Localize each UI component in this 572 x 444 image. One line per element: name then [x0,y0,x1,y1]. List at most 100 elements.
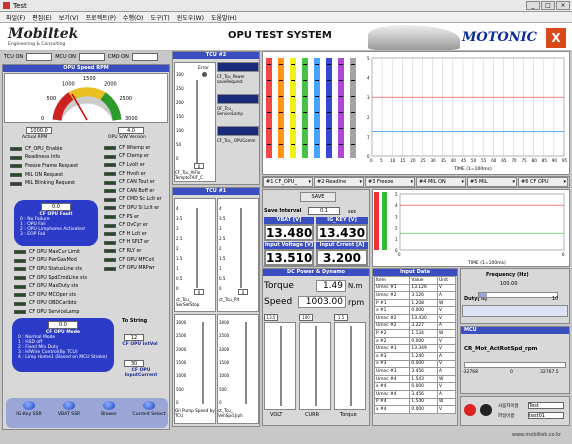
channel-tab[interactable]: #4 MIL ON ▾ [416,177,466,187]
chevron-down-icon[interactable]: ▾ [308,178,311,186]
sw-version-value: 4.0 [118,127,144,134]
dyn-slider-value[interactable]: 13.5 [264,314,278,321]
tcu1-slider-1-value[interactable]: 0 [194,289,204,295]
slider-tick: 3 [176,226,179,231]
mcu-slider[interactable] [464,362,566,368]
chevron-down-icon[interactable]: ▾ [359,178,362,186]
channel-tab[interactable]: #3 Freeze ▾ [365,177,415,187]
power-title: DC Power & Dynamo [263,269,369,276]
footer-toggle[interactable]: Blower [90,401,128,417]
top-chart-y-tick: 4 [367,76,370,81]
top-chart-x-tick: 35 [441,158,447,163]
table-cell: 13.126 [409,283,439,293]
frequency-slider[interactable] [462,305,568,317]
channel-tab[interactable]: #2 Readine ▾ [314,177,364,187]
led-row: CF OPU MaxDuty sts [14,282,104,291]
chevron-down-icon[interactable]: ▾ [461,178,464,186]
table-cell: Umnc #3 [373,367,411,376]
led-label: MIL Blinking Request [25,181,75,187]
window-close-button[interactable]: × [556,1,570,10]
tcu1-slider-3[interactable] [202,322,204,404]
menu-item[interactable]: 수행(O) [123,13,143,22]
table-cell: 3.126 [409,291,439,300]
tcu2-switch-1[interactable] [217,62,259,72]
dyn-slider[interactable] [350,326,352,406]
footer-toggle[interactable]: Current Select [130,401,168,417]
menu-item[interactable]: 프로젝트(P) [86,13,116,22]
slider-tick: 1500 [176,360,187,365]
table-cell: W [437,374,456,384]
tcu1-slider-1[interactable] [196,208,198,288]
channel-tab[interactable]: #1 CF_OPU_ ▾ [263,177,313,187]
tcu2-slider-value[interactable]: 0 [194,163,204,169]
company-logo: Mobiltek [8,26,79,42]
channel-tab[interactable]: #5 MIL ▾ [467,177,517,187]
footer-toggle[interactable]: VBAT SSR [50,401,88,417]
led-label: CF_OPU_Enable [25,146,63,152]
toggle-button-icon[interactable] [63,401,75,410]
mid-chart-x-tick: 0 [398,252,401,257]
menu-item[interactable]: 도구(T) [150,13,169,22]
table-cell: A [437,389,456,399]
toggle-button-icon[interactable] [23,401,35,410]
slider-tick: 0 [176,400,179,405]
led-row: CF Hvolt er [104,170,168,179]
tcu2-switch-2[interactable] [217,94,259,104]
menu-item[interactable]: 편집(E) [32,13,52,22]
mode-value: 0.0 [48,321,78,329]
user-name-label: 사용자이름 [498,404,519,409]
indicator-tick [291,96,295,97]
tcu1-slider-3-label: Oil Pump Speed by TCU [175,408,215,418]
menu-item[interactable]: 도움말(H) [211,13,237,22]
input-data-table: Item Value Unit Umnc #1 13.126 V Umnc #2 3.126 A… [373,276,456,414]
top-chart-x-tick: 15 [400,158,406,163]
led-row: CF PS er [104,213,168,222]
top-chart-x-tick: 95 [562,158,568,163]
status-led [14,276,26,281]
top-chart-x-tick: 60 [491,158,497,163]
toggle-button-icon[interactable] [143,401,155,410]
table-cell: 0.000 [409,306,439,315]
user-name-field[interactable]: Test [528,402,564,409]
save-button[interactable]: SAVE [300,192,336,202]
menu-item[interactable]: 윈도우(W) [177,13,204,22]
tcu1-slider-4[interactable] [245,322,247,404]
channel-tab[interactable]: #6 CF OPU ▾ [518,177,568,187]
table-cell: V [437,382,456,391]
tcu2-slider[interactable] [196,80,198,166]
status-led [104,172,116,177]
minimize-button[interactable]: _ [526,1,540,10]
tcu1-slider-2[interactable] [240,208,242,288]
dyn-slider[interactable] [315,326,317,406]
tcu1-slider-2-value[interactable]: 0 [238,289,248,295]
maximize-button[interactable]: □ [541,1,555,10]
table-header-row: Item Value Unit [373,276,456,285]
led-row: CF CAN Boff er [104,187,168,196]
file-name-field[interactable]: test01 [528,412,564,419]
indicator-tick [327,128,331,129]
chevron-down-icon[interactable]: ▾ [563,178,566,186]
toggle-label: Blower [101,412,117,417]
table-cell: Umnc #3 [373,344,411,353]
chevron-down-icon[interactable]: ▾ [410,178,413,186]
chevron-down-icon[interactable]: ▾ [512,178,515,186]
menu-item[interactable]: 파일(F) [6,13,25,22]
dyn-slider[interactable] [280,326,282,406]
dyn-slider-value[interactable]: 1.5 [334,314,348,321]
toggle-button-icon[interactable] [103,401,115,410]
slider-tick: 300 [176,72,184,77]
led-row: MIL ON Request [10,171,90,180]
duty-slider[interactable] [478,292,558,298]
menu-item[interactable]: 보기(V) [59,13,79,22]
tcu2-error-label: Error [198,66,209,71]
table-cell: A [437,291,456,300]
indicator-bar [326,58,332,158]
gauge-tick-label: 500 [47,96,57,102]
footer-toggle[interactable]: IG-Key SSR [10,401,48,417]
exit-button[interactable]: X [546,28,566,48]
dyn-slider-value[interactable]: 100 [299,314,313,321]
tcu2-switch-3[interactable] [217,126,259,136]
indicator-tick [327,64,331,65]
save-interval-input[interactable]: 0.1 [308,207,340,215]
mcu-min: -32768 [462,370,478,375]
